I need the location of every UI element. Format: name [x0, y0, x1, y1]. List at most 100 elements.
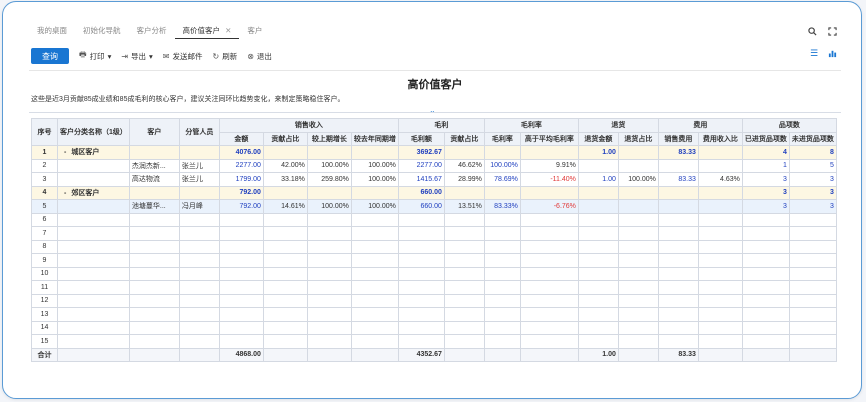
table-cell: [657, 199, 699, 214]
collapse-toggle-icon[interactable]: ⌄: [429, 106, 436, 115]
print-label: 打印: [89, 51, 105, 61]
tab-customer[interactable]: 客户: [239, 24, 270, 38]
chart-view-icon[interactable]: [827, 48, 837, 58]
table-cell: [617, 226, 659, 241]
footer-cell: 4868.00: [218, 347, 264, 362]
table-cell: 冯月峰: [178, 199, 220, 214]
footer-cell: [697, 347, 743, 362]
col-subheader: 金额: [218, 131, 264, 146]
table-cell: 83.33%: [483, 199, 521, 214]
table-cell: 2: [31, 158, 58, 173]
refresh-button[interactable]: ↻ 刷新: [213, 51, 238, 62]
table-row[interactable]: 7: [31, 226, 837, 241]
table-cell: [128, 212, 180, 227]
list-view-icon[interactable]: ☰: [809, 48, 819, 58]
table-cell: 张兰儿: [178, 158, 220, 173]
table-row[interactable]: 6: [31, 212, 837, 227]
report-description: 这些是近3月贡献85成业绩和85成毛利的核心客户，建议关注同环比趋势变化，来制定…: [31, 96, 345, 103]
table-row[interactable]: 3 高达物流 张兰儿 1799.00 33.18% 259.80% 100.00% 1415.…: [31, 172, 837, 187]
table-cell: [306, 266, 352, 281]
table-cell: [397, 307, 445, 322]
table-cell: [57, 253, 130, 268]
category-cell[interactable]: - 郊区客户: [57, 185, 130, 200]
table-cell: [519, 280, 579, 295]
tab-init-nav[interactable]: 初始化导航: [75, 24, 129, 38]
table-row[interactable]: 2 杰润杰新... 张兰儿 2277.00 42.00% 100.00% 100.00% 22…: [31, 158, 837, 173]
toolbar: 查询 🖶 打印 ▾ ⇥ 导出 ▾ ✉ 发送邮件 ↻ 刷新 ⊗ 退出 ☰: [29, 46, 841, 66]
col-subheader: 较去年同期增: [350, 131, 399, 146]
table-row[interactable]: 1- 城区客户 4076.00 3692.67 1.00 83.33 4 8: [31, 145, 837, 160]
export-button[interactable]: ⇥ 导出 ▾: [121, 51, 152, 62]
print-button[interactable]: 🖶 打印 ▾: [79, 49, 111, 63]
col-header-category: 客户分类名称（1级）: [57, 118, 130, 146]
table-cell: 8: [31, 239, 58, 254]
table-row[interactable]: 5 池塘蔓华... 冯月峰 792.00 14.61% 100.00% 100.00% 660…: [31, 199, 837, 214]
table-row[interactable]: 8: [31, 239, 837, 254]
table-cell: [577, 266, 619, 281]
table-cell: [128, 293, 180, 308]
table-cell: [443, 185, 485, 200]
table-cell: 13: [31, 307, 58, 322]
tab-desktop[interactable]: 我的桌面: [29, 24, 75, 38]
table-cell: 张兰儿: [178, 172, 220, 187]
table-row[interactable]: 4- 郊区客户 792.00 660.00 3 3: [31, 185, 837, 200]
table-cell: [262, 334, 308, 349]
table-row[interactable]: 9: [31, 253, 837, 268]
table-cell: [218, 307, 264, 322]
search-icon[interactable]: [807, 26, 817, 36]
report-table: 序号 客户分类名称（1级） 客户 分管人员 销售收入 毛利 毛利率 退货 费用 …: [31, 118, 837, 362]
table-cell: 4.63%: [697, 172, 743, 187]
printer-icon: 🖶: [79, 50, 87, 59]
footer-cell: [306, 347, 352, 362]
table-cell: [443, 145, 485, 160]
table-row[interactable]: 15: [31, 334, 837, 349]
table-cell: 4: [741, 145, 790, 160]
query-button[interactable]: 查询: [31, 48, 69, 64]
table-cell: [697, 212, 743, 227]
collapse-minus-icon[interactable]: -: [64, 190, 66, 197]
table-row[interactable]: 11: [31, 280, 837, 295]
table-row[interactable]: 10: [31, 266, 837, 281]
table-cell: 5: [31, 199, 58, 214]
table-row[interactable]: 13: [31, 307, 837, 322]
table-row[interactable]: 12: [31, 293, 837, 308]
table-cell: [519, 212, 579, 227]
table-cell: 9: [31, 253, 58, 268]
table-cell: [443, 239, 485, 254]
table-cell: 792.00: [218, 199, 264, 214]
table-cell: [617, 280, 659, 295]
table-cell: [657, 239, 699, 254]
table-cell: [397, 212, 445, 227]
exit-button[interactable]: ⊗ 退出: [247, 51, 272, 62]
fullscreen-icon[interactable]: [827, 26, 837, 36]
table-cell: [788, 212, 837, 227]
table-row[interactable]: 14: [31, 320, 837, 335]
table-cell: [306, 293, 352, 308]
table-cell: [178, 280, 220, 295]
table-cell: [697, 239, 743, 254]
category-label: 城区客户: [71, 149, 100, 157]
table-cell: [443, 212, 485, 227]
collapse-minus-icon[interactable]: -: [64, 149, 66, 156]
footer-cell: [483, 347, 521, 362]
send-mail-button[interactable]: ✉ 发送邮件: [163, 51, 203, 62]
table-cell: [617, 266, 659, 281]
category-cell[interactable]: - 城区客户: [57, 145, 130, 160]
table-cell: 100.00%: [617, 172, 659, 187]
table-cell: [577, 320, 619, 335]
footer-cell: [519, 347, 579, 362]
table-cell: 660.00: [397, 199, 445, 214]
col-subheader: 未进货品项数: [788, 131, 837, 146]
close-icon[interactable]: ✕: [225, 26, 231, 35]
table-cell: [741, 266, 790, 281]
table-cell: [57, 199, 130, 214]
tab-customer-analysis[interactable]: 客户分析: [129, 24, 175, 38]
footer-cell: 1.00: [577, 347, 619, 362]
table-cell: [57, 307, 130, 322]
table-cell: [397, 280, 445, 295]
table-cell: [397, 320, 445, 335]
table-cell: [262, 145, 308, 160]
tab-high-value-customer[interactable]: 高价值客户 ✕: [174, 24, 240, 39]
table-cell: 4076.00: [218, 145, 264, 160]
footer-cell: [443, 347, 485, 362]
